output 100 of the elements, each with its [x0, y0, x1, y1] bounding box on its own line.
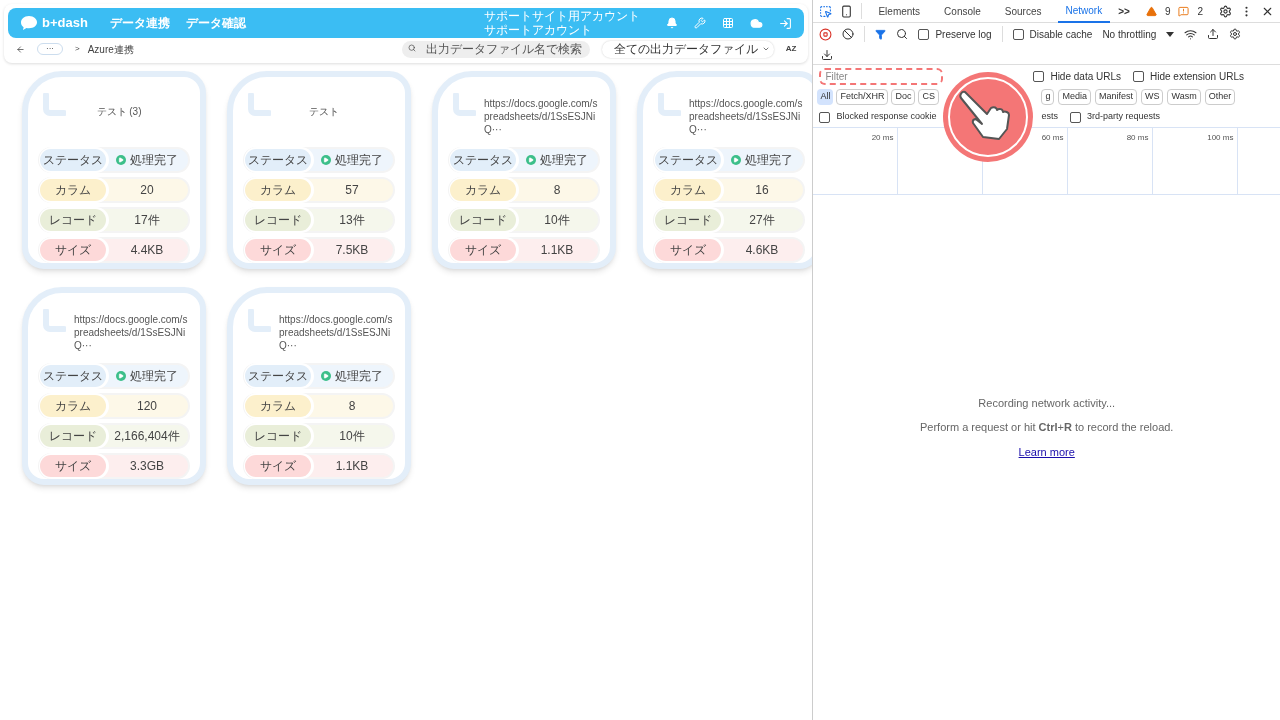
download-icon[interactable]	[821, 48, 834, 61]
row-value: 4.6KB	[744, 242, 780, 259]
row-label: レコード	[450, 209, 516, 231]
record-icon[interactable]	[819, 27, 833, 41]
file-title: テスト (3)	[95, 105, 143, 118]
checkbox[interactable]: Hide extension URLs	[1133, 68, 1244, 84]
device-icon[interactable]	[840, 4, 854, 18]
row-label: ステータス	[450, 149, 516, 171]
breadcrumb-item: Azure連携	[87, 42, 134, 57]
row-label: カラム	[450, 179, 516, 201]
devtools-tab[interactable]: Network	[1057, 0, 1111, 23]
play-icon	[321, 371, 331, 381]
file-title: https://docs.google.com/spreadsheets/d/1SsESJNiQ···	[279, 313, 393, 352]
throttling-select[interactable]: No throttling	[1102, 26, 1157, 42]
checkbox[interactable]: Preserve log	[918, 26, 992, 42]
filter-field[interactable]: Filter	[819, 67, 944, 85]
file-corner-icon	[655, 93, 681, 119]
type-filter-chip[interactable]: g	[1041, 89, 1055, 105]
file-title: https://docs.google.com/spreadsheets/d/1SsESJNiQ···	[74, 313, 188, 352]
search-icon	[407, 44, 416, 52]
error-count: 2	[1197, 4, 1203, 19]
row-value: 8	[347, 398, 357, 415]
row-value: 2,166,404件	[113, 428, 181, 445]
row-label: ステータス	[40, 365, 106, 387]
warning-icon[interactable]	[1145, 5, 1157, 17]
learn-more-link[interactable]: Learn more	[1018, 443, 1075, 461]
file-corner-icon	[245, 309, 271, 335]
row-value: 8	[552, 182, 562, 199]
row-label: レコード	[40, 209, 106, 231]
breadcrumb-separator: >	[75, 43, 80, 55]
network-conditions-icon[interactable]	[1184, 27, 1198, 41]
dropdown-arrow-icon[interactable]	[1166, 31, 1175, 37]
row-value: 10件	[338, 428, 366, 445]
checkbox[interactable]: Blocked response cookie	[819, 110, 944, 124]
settings-icon[interactable]	[1219, 4, 1232, 18]
row-value: 57	[344, 182, 360, 199]
settings-icon[interactable]	[1229, 28, 1242, 40]
file-card[interactable]: テスト ステータス 処理完了 カラム 57 レコード 13件 サイズ 7.5KB	[227, 71, 411, 269]
inspect-icon[interactable]	[819, 4, 833, 18]
file-filter-dropdown[interactable]: 全ての出力データファイル	[601, 40, 774, 58]
row-value: 16	[754, 182, 770, 199]
file-corner-icon	[450, 93, 476, 119]
file-title: テスト	[308, 105, 340, 118]
checkbox[interactable]: Disable cache	[1012, 26, 1093, 42]
back-icon[interactable]	[16, 44, 25, 54]
row-label: カラム	[40, 395, 106, 417]
file-title: https://docs.google.com/spreadsheets/d/1SsESJNiQ···	[689, 97, 803, 136]
empty-title: Recording network activity...	[978, 395, 1116, 411]
row-value: 1.1KB	[539, 242, 575, 259]
checkbox[interactable]: 3rd-party requests	[1069, 110, 1160, 124]
filter-icon[interactable]	[875, 28, 887, 40]
row-value: 10件	[543, 212, 571, 229]
search-icon[interactable]	[896, 28, 909, 40]
file-title: https://docs.google.com/spreadsheets/d/1SsESJNiQ···	[484, 97, 598, 136]
play-icon	[321, 155, 331, 165]
type-filter-chip[interactable]: Other	[1204, 89, 1236, 105]
devtools-tab[interactable]: Sources	[996, 0, 1050, 23]
type-filter-chip[interactable]: Media	[1058, 89, 1091, 105]
checkbox-label: ests	[1041, 110, 1058, 124]
timeline-tick: 60 ms	[1041, 133, 1064, 142]
file-card[interactable]: https://docs.google.com/spreadsheets/d/1SsESJNiQ··· ステータス 処理完了 カラム 16 レコード 27件 サイズ 4.6KB	[637, 71, 813, 269]
sort-toggle[interactable]: AZ	[785, 43, 797, 55]
row-value: 4.4KB	[129, 242, 165, 259]
play-icon	[116, 371, 126, 381]
file-card[interactable]: テスト (3) ステータス 処理完了 カラム 20 レコード 17件 サイズ 4.4KB	[22, 71, 206, 269]
type-filter-chip[interactable]: Doc	[891, 89, 916, 105]
row-value: 処理完了	[721, 149, 803, 171]
account-name: サポートアカウント	[484, 23, 594, 37]
file-card[interactable]: https://docs.google.com/spreadsheets/d/1SsESJNiQ··· ステータス 処理完了 カラム 8 レコード 10件 サイズ 1.1KB	[227, 287, 411, 485]
row-label: ステータス	[245, 149, 311, 171]
row-label: サイズ	[245, 239, 311, 261]
type-filter-chip[interactable]: Manifest	[1094, 89, 1137, 105]
more-tabs-button[interactable]: >>	[1118, 3, 1130, 19]
type-filter-chip[interactable]: Fetch/XHR	[836, 89, 889, 105]
logo-text: b+dash	[42, 14, 88, 33]
row-label: サイズ	[40, 455, 106, 477]
devtools-tab[interactable]: Console	[936, 0, 989, 23]
upload-icon[interactable]	[1207, 28, 1220, 40]
type-filter-chip[interactable]: All	[817, 89, 834, 105]
warning-count: 9	[1164, 4, 1171, 19]
row-label: レコード	[40, 425, 106, 447]
clear-icon[interactable]	[842, 28, 855, 40]
timeline-tick: 80 ms	[1126, 133, 1149, 142]
search-field[interactable]: 出力データファイル名で検索	[401, 40, 590, 58]
row-value: 3.3GB	[129, 458, 165, 475]
row-value: 7.5KB	[334, 242, 370, 259]
error-icon[interactable]	[1178, 5, 1190, 17]
account-name: サポートサイト用アカウント	[484, 9, 642, 23]
row-value: 処理完了	[311, 365, 393, 387]
devtools-tab[interactable]: Elements	[870, 0, 929, 23]
type-filter-chip[interactable]: WS	[1140, 89, 1164, 105]
checkbox[interactable]: Hide data URLs	[1033, 68, 1121, 84]
file-card[interactable]: https://docs.google.com/spreadsheets/d/1SsESJNiQ··· ステータス 処理完了 カラム 8 レコード 10件 サイズ 1.1KB	[432, 71, 616, 269]
type-filter-chip[interactable]: CS	[918, 89, 939, 105]
row-label: カラム	[40, 179, 106, 201]
file-corner-icon	[40, 93, 66, 119]
row-value: 処理完了	[311, 149, 393, 171]
file-corner-icon	[40, 309, 66, 335]
file-card[interactable]: https://docs.google.com/spreadsheets/d/1SsESJNiQ··· ステータス 処理完了 カラム 120 レコード 2,166,404件 サイズ 3.3GB	[22, 287, 206, 485]
type-filter-chip[interactable]: Wasm	[1167, 89, 1201, 105]
